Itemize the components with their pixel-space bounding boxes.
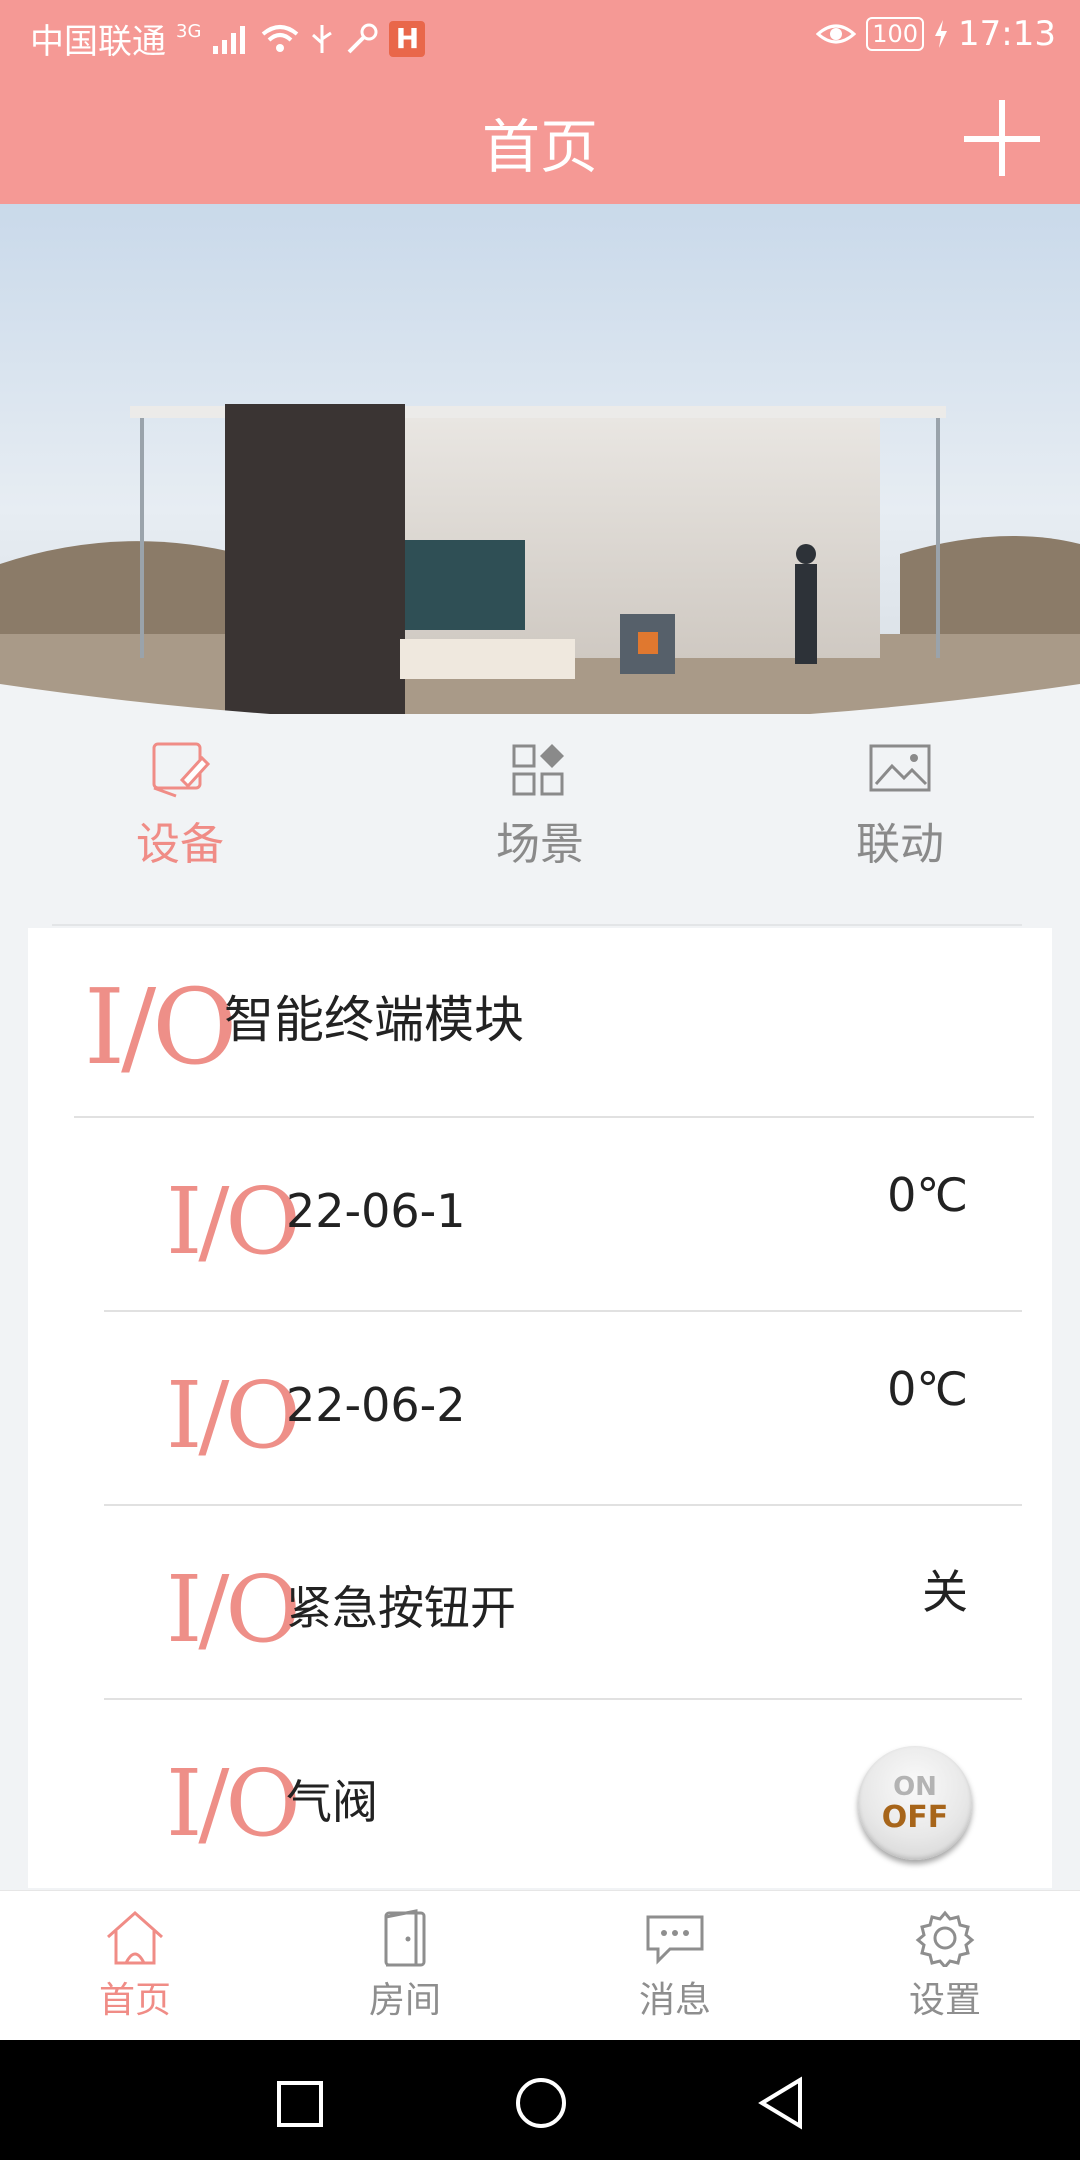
tab-linkage[interactable]: 联动 [720, 740, 1080, 920]
tab-label: 联动 [856, 819, 944, 870]
home-icon [107, 1910, 163, 1965]
scene-grid-icon [512, 744, 564, 796]
nav-rooms[interactable]: 房间 [270, 1891, 540, 2041]
key-icon [345, 23, 379, 55]
nav-label: 消息 [638, 1980, 711, 2021]
page-title: 首页 [481, 113, 598, 181]
device-name: 22-06-2 [286, 1378, 466, 1432]
message-icon [646, 1915, 704, 1965]
on-off-switch[interactable]: ON OFF [858, 1746, 972, 1860]
category-tabs: 设备 场景 联动 [0, 740, 1080, 920]
wifi-icon [261, 24, 299, 54]
eye-icon [816, 20, 857, 48]
nav-home[interactable]: 首页 [0, 1891, 270, 2041]
door-icon [384, 1909, 426, 1967]
device-row[interactable]: I/O 22-06-1 0℃ [104, 1118, 1052, 1312]
device-value: 0℃ [887, 1168, 968, 1222]
tab-label: 场景 [496, 819, 584, 870]
banner-image [0, 204, 1080, 714]
device-row[interactable]: I/O 紧急按钮开 关 [104, 1506, 1052, 1700]
app-header: 首页 [0, 72, 1080, 204]
gear-icon [915, 1910, 975, 1967]
network-type-label: 3G [176, 21, 202, 42]
status-bar: 中国联通 3G H 100 17:13 [0, 0, 1080, 72]
device-value: 0℃ [887, 1362, 968, 1416]
device-row[interactable]: I/O 气阀 ON OFF [104, 1700, 1052, 1894]
back-triangle-icon[interactable] [756, 2076, 806, 2130]
group-title: 智能终端模块 [224, 991, 524, 1049]
tab-scenes[interactable]: 场景 [360, 740, 720, 920]
tab-devices[interactable]: 设备 [0, 740, 360, 920]
device-group-header[interactable]: I/O 智能终端模块 [28, 928, 1052, 1116]
io-device-icon: I/O [166, 1556, 301, 1663]
io-device-icon: I/O [166, 1750, 301, 1857]
bottom-nav: 首页 房间 消息 设置 [0, 1890, 1080, 2041]
h-app-icon: H [389, 20, 426, 57]
switch-off-label: OFF [881, 1800, 949, 1835]
divider [52, 924, 1022, 926]
nav-settings[interactable]: 设置 [810, 1891, 1080, 2041]
device-value: 关 [922, 1565, 968, 1619]
carrier-label: 中国联通 [30, 22, 166, 62]
io-module-icon: I/O [84, 966, 237, 1088]
linkage-image-icon [869, 744, 931, 792]
io-device-icon: I/O [166, 1362, 301, 1469]
device-name: 紧急按钮开 [286, 1581, 516, 1635]
clock: 17:13 [958, 14, 1056, 54]
device-row[interactable]: I/O 22-06-2 0℃ [104, 1312, 1052, 1506]
system-nav-bar [0, 2040, 1080, 2160]
device-name: 气阀 [286, 1775, 378, 1829]
switch-on-label: ON [893, 1772, 937, 1802]
device-name: 22-06-1 [286, 1184, 466, 1238]
signal-icon [211, 24, 251, 54]
nav-label: 设置 [908, 1980, 981, 2021]
device-edit-icon [152, 742, 211, 798]
recent-apps-icon[interactable] [276, 2080, 324, 2128]
device-list-card: I/O 智能终端模块 I/O 22-06-1 0℃ I/O 22-06-2 0℃… [28, 928, 1052, 1894]
usb-icon [309, 23, 335, 55]
nav-messages[interactable]: 消息 [540, 1891, 810, 2041]
battery-level: 100 [866, 17, 925, 51]
nav-label: 房间 [368, 1980, 441, 2021]
tab-label: 设备 [136, 819, 224, 870]
add-button[interactable] [964, 100, 1040, 176]
nav-label: 首页 [98, 1980, 171, 2021]
home-circle-icon[interactable] [514, 2076, 568, 2130]
charging-icon [934, 20, 948, 48]
io-device-icon: I/O [166, 1168, 301, 1275]
